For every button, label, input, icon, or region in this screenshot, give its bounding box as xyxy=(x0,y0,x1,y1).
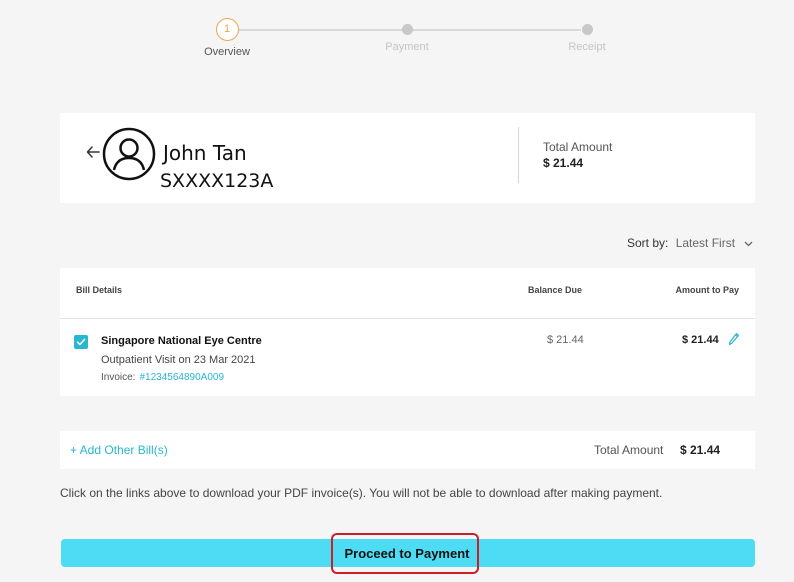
back-arrow-icon[interactable] xyxy=(85,144,101,160)
invoice-link[interactable]: #1234564890A009 xyxy=(139,372,224,383)
patient-summary-card: John Tan SXXXX123A Total Amount $ 21.44 xyxy=(60,113,755,203)
summary-total-value: $ 21.44 xyxy=(680,443,721,457)
column-header-balance-due: Balance Due xyxy=(528,285,583,295)
bill-table: Bill Details Balance Due Amount to Pay S… xyxy=(60,268,755,396)
step-dot xyxy=(581,24,593,35)
column-header-amount-to-pay: Amount to Pay xyxy=(675,285,739,295)
table-header: Bill Details Balance Due Amount to Pay xyxy=(60,268,755,319)
step-dot xyxy=(401,24,413,35)
table-row: Singapore National Eye Centre Outpatient… xyxy=(60,320,755,396)
provider-name: Singapore National Eye Centre xyxy=(101,335,262,347)
divider xyxy=(518,127,519,183)
patient-id: SXXXX123A xyxy=(160,170,274,192)
visit-description: Outpatient Visit on 23 Mar 2021 xyxy=(101,354,256,366)
step-overview: 1 Overview xyxy=(197,18,257,58)
payment-overview-page: 1 Overview Payment Receipt John Tan SXXX… xyxy=(0,0,794,582)
bill-total-bar: + Add Other Bill(s) Total Amount $ 21.44 xyxy=(60,431,755,469)
sort-control[interactable]: Sort by: Latest First xyxy=(627,236,753,250)
bill-checkbox[interactable] xyxy=(74,335,88,349)
patient-name: John Tan xyxy=(163,141,247,165)
step-payment: Payment xyxy=(377,18,437,53)
proceed-button-label: Proceed to Payment xyxy=(344,546,470,561)
checkmark-icon xyxy=(76,338,86,346)
step-number-badge: 1 xyxy=(215,18,239,41)
step-receipt: Receipt xyxy=(557,18,617,53)
total-amount-label: Total Amount xyxy=(543,140,613,154)
invoice-label: Invoice: xyxy=(101,372,136,383)
amount-to-pay-value: $ 21.44 xyxy=(682,334,719,346)
balance-due-value: $ 21.44 xyxy=(547,334,584,346)
proceed-to-payment-button[interactable]: Proceed to Payment xyxy=(331,533,479,574)
chevron-down-icon[interactable] xyxy=(744,241,753,247)
sort-label: Sort by: xyxy=(627,236,669,250)
invoice-info: Invoice: #1234564890A009 xyxy=(101,372,224,383)
user-avatar-icon xyxy=(102,127,156,181)
progress-stepper: 1 Overview Payment Receipt xyxy=(200,18,620,64)
total-amount-value: $ 21.44 xyxy=(543,156,584,170)
step-label: Overview xyxy=(204,46,250,58)
column-header-bill-details: Bill Details xyxy=(76,285,123,295)
pencil-edit-icon[interactable] xyxy=(728,332,740,346)
step-label: Payment xyxy=(385,41,429,53)
download-notice: Click on the links above to download you… xyxy=(60,486,663,500)
summary-total-label: Total Amount xyxy=(594,443,664,457)
sort-dropdown[interactable]: Latest First xyxy=(676,236,735,250)
add-other-bill-link[interactable]: + Add Other Bill(s) xyxy=(70,443,168,457)
step-label: Receipt xyxy=(568,41,606,53)
